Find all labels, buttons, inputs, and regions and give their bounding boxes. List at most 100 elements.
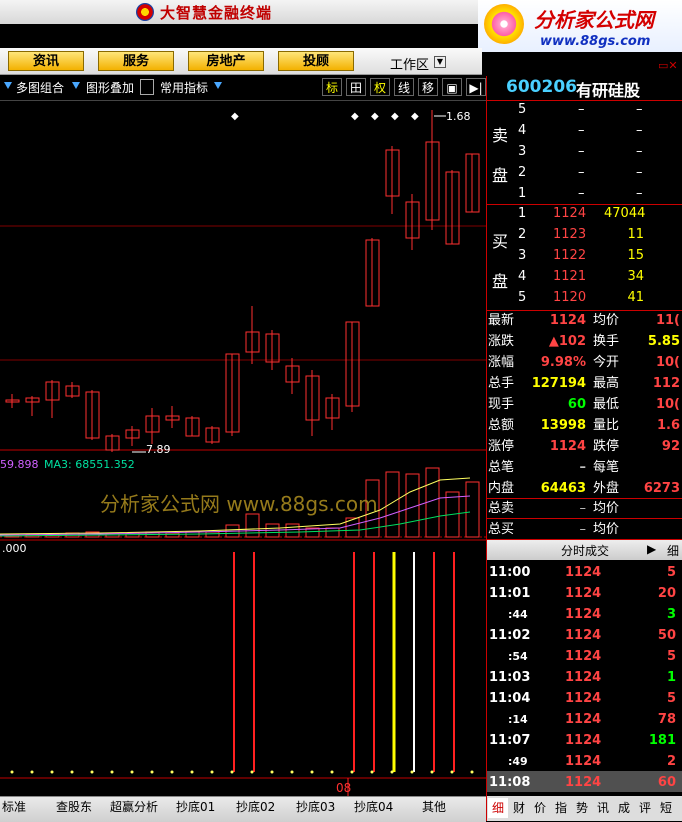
indicator-dot <box>30 770 34 774</box>
app-logo-icon <box>136 3 154 21</box>
right-tab[interactable]: 成 <box>614 798 634 818</box>
volume-bar <box>325 527 340 538</box>
buy-price[interactable]: 1123 <box>553 227 586 242</box>
menu-realestate-button[interactable]: 房地产 <box>188 51 264 71</box>
sell-price[interactable]: – <box>578 123 585 138</box>
window-button[interactable]: ▣ <box>442 78 462 96</box>
dropdown-arrow-icon[interactable] <box>4 82 12 89</box>
sell-label-bottom: 盘 <box>492 166 509 185</box>
trade-volume: 50 <box>657 628 676 643</box>
line-button[interactable]: 线 <box>394 78 414 96</box>
menu-news-button[interactable]: 资讯 <box>8 51 84 71</box>
trade-time: 11:02 <box>489 628 531 643</box>
right-tab[interactable]: 财 <box>509 798 529 818</box>
sell-price[interactable]: – <box>578 144 585 159</box>
quote-label: 总额 <box>488 418 515 433</box>
trades-more[interactable]: 细 <box>667 542 679 559</box>
right-tab[interactable]: 指 <box>551 798 571 818</box>
event-marker-icon: ◆ <box>391 111 399 122</box>
sell-price[interactable]: – <box>578 165 585 180</box>
bottom-tab[interactable]: 查股东 <box>56 798 92 815</box>
buy-price[interactable]: 1124 <box>553 206 586 221</box>
quote-value: – <box>579 460 587 475</box>
bottom-tab[interactable]: 抄底02 <box>236 798 275 815</box>
event-marker-icon: ◆ <box>371 111 379 122</box>
trade-price: 1124 <box>565 712 602 727</box>
right-tab[interactable]: 细 <box>488 798 508 818</box>
trade-volume: 181 <box>648 733 676 748</box>
lock-icon[interactable] <box>140 79 154 95</box>
trade-time: 11:04 <box>489 691 531 706</box>
bottom-tab[interactable]: 抄底01 <box>176 798 215 815</box>
mark-button[interactable]: 标 <box>322 78 342 96</box>
indicators-menu[interactable]: 常用指标 <box>160 79 208 96</box>
menu-advisor-button[interactable]: 投顾 <box>278 51 354 71</box>
buy-price[interactable]: 1121 <box>553 269 586 284</box>
right-tab[interactable]: 价 <box>530 798 550 818</box>
stock-code[interactable]: 600206 <box>506 77 577 97</box>
trade-time: :44 <box>508 608 528 621</box>
right-tab[interactable]: 讯 <box>593 798 613 818</box>
stock-name: 有研硅股 <box>576 81 641 100</box>
event-marker-icon: ◆ <box>351 111 359 122</box>
dropdown-arrow-icon[interactable] <box>72 82 80 89</box>
trade-price: 1124 <box>565 754 602 769</box>
indicator-dot <box>70 770 74 774</box>
dropdown-arrow-icon[interactable] <box>214 82 222 89</box>
low-price-label: 7.89 <box>146 443 171 456</box>
trades-title: 分时成交 <box>561 544 610 558</box>
bottom-tab[interactable]: 标准 <box>2 798 26 815</box>
sell-level-3: 3 <box>518 144 527 159</box>
overlay-menu[interactable]: 图形叠加 <box>86 79 134 96</box>
kline-chart[interactable]: ◆ ◆ ◆ ◆ ◆ <box>0 100 486 796</box>
grid-button[interactable]: 田 <box>346 78 366 96</box>
trade-price: 1124 <box>565 565 602 580</box>
bottom-tab[interactable]: 其他 <box>422 798 446 815</box>
end-button[interactable]: ▶| <box>466 78 486 96</box>
quote-label: 换手 <box>593 334 620 349</box>
trade-price: 1124 <box>565 670 602 685</box>
quote-value: 10( <box>655 397 680 412</box>
sell-price[interactable]: – <box>578 186 585 201</box>
high-price-label: 1.68 <box>446 110 471 123</box>
multi-chart-combo[interactable]: 多图组合 <box>16 79 64 96</box>
bottom-tab[interactable]: 抄底03 <box>296 798 335 815</box>
volume-bar <box>245 513 260 538</box>
window-controls[interactable]: ▭✕ <box>658 58 678 72</box>
buy-level-4: 4 <box>518 269 527 284</box>
quote-label: 涨幅 <box>488 355 515 370</box>
bottom-tab[interactable]: 抄底04 <box>354 798 393 815</box>
workspace-dropdown-icon[interactable]: ▼ <box>434 56 446 68</box>
sell-volume: – <box>636 102 643 117</box>
quote-label: 现手 <box>488 397 515 412</box>
trade-time: 11:08 <box>489 775 531 790</box>
app-title: 大智慧金融终端 <box>160 4 273 22</box>
buy-price[interactable]: 1120 <box>553 290 586 305</box>
indicator-dot <box>430 770 434 774</box>
buy-price[interactable]: 1122 <box>553 248 586 263</box>
quote-label: 每笔 <box>593 460 620 475</box>
right-tab[interactable]: 势 <box>572 798 592 818</box>
event-marker-icon: ◆ <box>231 111 239 122</box>
quote-value: 112 <box>652 376 680 391</box>
quote-value: 64463 <box>540 481 586 496</box>
close-icon[interactable]: ✕ <box>668 59 677 72</box>
volume-bar <box>285 523 300 538</box>
right-tab[interactable]: 短 <box>656 798 676 818</box>
quote-value: 1124 <box>549 313 586 328</box>
menu-service-button[interactable]: 服务 <box>98 51 174 71</box>
buy-level-5: 5 <box>518 290 527 305</box>
indicator-dot <box>390 770 394 774</box>
workspace-label[interactable]: 工作区 <box>390 54 429 73</box>
trades-scroll-icon[interactable]: ▶ <box>647 542 656 556</box>
restore-icon[interactable]: ▭ <box>658 59 668 72</box>
move-button[interactable]: 移 <box>418 78 438 96</box>
buy-label-top: 买 <box>492 232 509 251</box>
sell-volume: – <box>636 186 643 201</box>
sell-price[interactable]: – <box>578 102 585 117</box>
rights-button[interactable]: 权 <box>370 78 390 96</box>
right-tab[interactable]: 评 <box>635 798 655 818</box>
sell-level-2: 2 <box>518 165 527 180</box>
bottom-tab[interactable]: 超赢分析 <box>110 798 158 815</box>
indicator-dot <box>410 770 414 774</box>
